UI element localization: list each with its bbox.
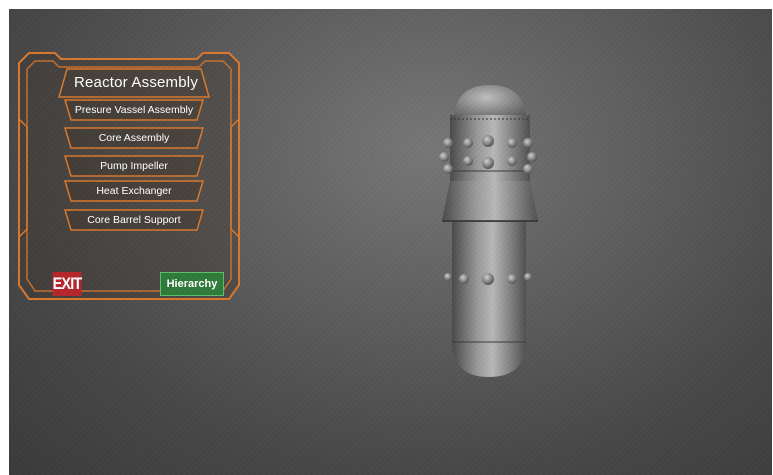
3d-viewport[interactable]: Reactor Assembly Presure Vassel Assembly… bbox=[9, 9, 772, 475]
menu-item-label: Pump Impeller bbox=[100, 160, 168, 172]
reactor-assembly-panel: Reactor Assembly Presure Vassel Assembly… bbox=[15, 49, 243, 305]
menu-item-core-assembly[interactable]: Core Assembly bbox=[61, 127, 207, 149]
menu-item-pressure-vessel-assembly[interactable]: Presure Vassel Assembly bbox=[61, 99, 207, 121]
menu-item-core-barrel-support[interactable]: Core Barrel Support bbox=[61, 209, 207, 231]
menu-item-heat-exchanger[interactable]: Heat Exchanger bbox=[61, 180, 207, 202]
exit-button[interactable]: EXIT bbox=[52, 272, 82, 296]
menu-item-pump-impeller[interactable]: Pump Impeller bbox=[61, 155, 207, 177]
hierarchy-button[interactable]: Hierarchy bbox=[160, 272, 224, 296]
menu-item-label: Core Assembly bbox=[98, 132, 170, 144]
reactor-vessel-model[interactable] bbox=[424, 81, 554, 381]
panel-title: Reactor Assembly bbox=[73, 74, 199, 91]
menu-item-label: Core Barrel Support bbox=[87, 214, 181, 226]
menu-item-label: Heat Exchanger bbox=[96, 185, 172, 197]
menu-item-label: Presure Vassel Assembly bbox=[74, 104, 194, 116]
